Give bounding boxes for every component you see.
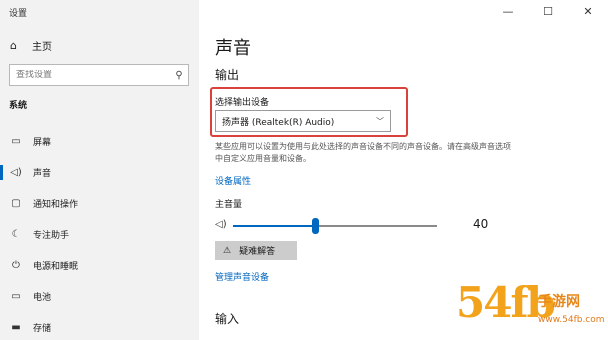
sidebar-item-sound[interactable]: ◁) 声音 (0, 157, 199, 188)
manage-sound-devices-link[interactable]: 管理声音设备 (215, 270, 269, 283)
section-heading: 系统 (9, 101, 28, 111)
input-heading: 输入 (215, 312, 240, 326)
volume-slider-thumb[interactable] (311, 218, 319, 234)
battery-icon: ▭ (11, 291, 21, 302)
display-icon: ▭ (11, 136, 21, 147)
volume-slider[interactable] (233, 218, 437, 234)
minimize-button[interactable]: — (488, 0, 528, 22)
sidebar-item-label: 声音 (33, 169, 52, 179)
maximize-button[interactable]: ☐ (528, 0, 568, 22)
page-title: 声音 (215, 38, 251, 59)
power-icon: ⏻ (12, 260, 20, 271)
close-button[interactable]: ✕ (568, 0, 608, 22)
watermark-url: www.54fb.com (538, 315, 605, 325)
watermark-site-name: 手游网 (538, 294, 580, 310)
sidebar: 设置 ⌂ 主页 ⚲ 系统 ▭ 屏幕 ◁) 声音 ▢ 通知和操作 ☾ 专注助手 ⏻… (0, 0, 199, 340)
troubleshoot-button[interactable]: ⚠ 疑难解答 (215, 241, 297, 260)
chevron-down-icon: ﹀ (376, 116, 384, 126)
output-device-value: 扬声器 (Realtek(R) Audio) (222, 117, 335, 128)
search-input[interactable] (10, 70, 170, 80)
sidebar-nav: ▭ 屏幕 ◁) 声音 ▢ 通知和操作 ☾ 专注助手 ⏻ 电源和睡眠 ▭ 电池 ▬… (0, 126, 199, 340)
warning-icon: ⚠ (223, 245, 232, 256)
sidebar-item-label: 存储 (33, 324, 52, 334)
search-icon[interactable]: ⚲ (170, 70, 188, 81)
sidebar-item-label: 专注助手 (33, 231, 70, 241)
sidebar-item-storage[interactable]: ▬ 存储 (0, 312, 199, 340)
sidebar-item-battery[interactable]: ▭ 电池 (0, 281, 199, 312)
sidebar-item-focus-assist[interactable]: ☾ 专注助手 (0, 219, 199, 250)
sidebar-item-label: 通知和操作 (33, 200, 79, 210)
output-device-label: 选择输出设备 (215, 98, 270, 108)
sidebar-item-label: 屏幕 (33, 138, 52, 148)
sidebar-item-notifications[interactable]: ▢ 通知和操作 (0, 188, 199, 219)
volume-slider-fill (233, 225, 315, 227)
volume-slider-row: ◁) (215, 216, 495, 236)
window-title: 设置 (9, 9, 28, 19)
master-volume-label: 主音量 (215, 200, 243, 210)
search-box[interactable]: ⚲ (9, 64, 189, 86)
speaker-icon: ◁) (10, 167, 22, 178)
notification-icon: ▢ (11, 198, 21, 209)
sidebar-item-label: 电源和睡眠 (33, 262, 79, 272)
device-properties-link[interactable]: 设备属性 (215, 174, 251, 187)
output-device-select[interactable]: 扬声器 (Realtek(R) Audio) ﹀ (215, 110, 391, 132)
output-description: 某些应用可以设置为使用与此处选择的声音设备不同的声音设备。请在高级声音选项中自定… (215, 142, 511, 163)
sidebar-item-power[interactable]: ⏻ 电源和睡眠 (0, 250, 199, 281)
volume-value: 40 (473, 217, 489, 231)
home-icon: ⌂ (10, 39, 17, 52)
moon-icon: ☾ (11, 229, 21, 240)
troubleshoot-label: 疑难解答 (239, 247, 276, 257)
sidebar-item-display[interactable]: ▭ 屏幕 (0, 126, 199, 157)
storage-icon: ▬ (11, 322, 21, 333)
site-watermark: 54fb 手游网 www.54fb.com (456, 275, 606, 339)
sidebar-item-label: 电池 (33, 293, 52, 303)
volume-speaker-icon[interactable]: ◁) (215, 219, 227, 230)
home-nav-item[interactable]: ⌂ 主页 (10, 38, 52, 53)
home-label: 主页 (32, 42, 52, 53)
window-controls: — ☐ ✕ (488, 0, 608, 22)
output-heading: 输出 (215, 68, 240, 82)
